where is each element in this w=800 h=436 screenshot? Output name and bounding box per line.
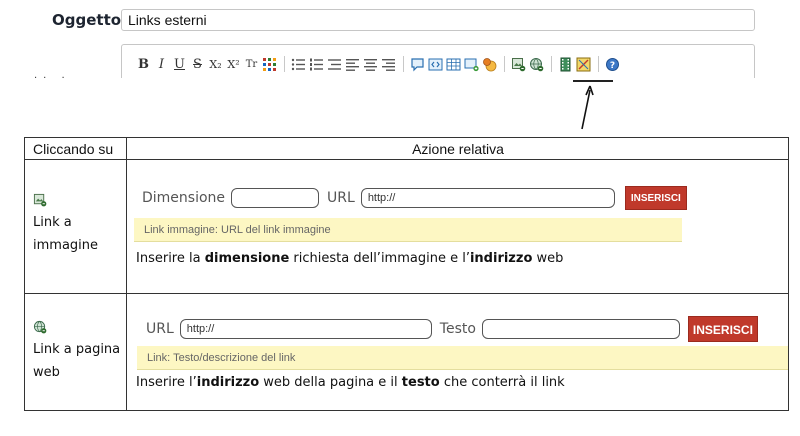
row-label-link-web: Link a pagina web bbox=[33, 320, 123, 384]
table-header-right: Azione relativa bbox=[412, 141, 504, 157]
url-input[interactable]: http:// bbox=[179, 319, 432, 339]
icon-highlight-underline bbox=[573, 80, 613, 82]
toolbar-separator bbox=[403, 56, 404, 72]
row-label-link-image: Link a immagine bbox=[33, 193, 123, 257]
numbered-list-icon[interactable] bbox=[308, 55, 325, 73]
bold-button[interactable]: B bbox=[135, 55, 152, 73]
toolbar-separator bbox=[284, 56, 285, 72]
web-link-description: Inserire l’indirizzo web della pagina e … bbox=[136, 375, 565, 390]
strikethrough-button[interactable]: S bbox=[189, 55, 206, 73]
web-link-hint: Link: Testo/descrizione del link bbox=[137, 346, 788, 370]
url-input[interactable]: http:// bbox=[360, 188, 615, 208]
italic-button[interactable]: I bbox=[153, 55, 170, 73]
editor-toolbar: B I U S X₂ X² Tr ? bbox=[135, 53, 622, 75]
link-image-icon[interactable] bbox=[510, 55, 527, 73]
dimension-label: Dimensione bbox=[142, 190, 226, 206]
link-web-icon bbox=[33, 320, 47, 334]
table-column-divider bbox=[126, 137, 127, 411]
table-row-divider bbox=[24, 293, 789, 294]
table-header-divider bbox=[24, 159, 789, 160]
smiley-icon[interactable] bbox=[481, 55, 498, 73]
image-link-hint: Link immagine: URL del link immagine bbox=[134, 218, 682, 242]
insert-button[interactable]: INSERISCI bbox=[624, 186, 687, 210]
link-image-icon bbox=[33, 193, 47, 207]
align-left-icon[interactable] bbox=[344, 55, 361, 73]
row-label-line1: Link a bbox=[33, 215, 72, 230]
toolbar-separator bbox=[598, 56, 599, 72]
toolbar-separator bbox=[551, 56, 552, 72]
text-input[interactable] bbox=[481, 319, 680, 339]
font-size-button[interactable]: Tr bbox=[243, 55, 260, 73]
table-icon[interactable] bbox=[445, 55, 462, 73]
code-icon[interactable] bbox=[427, 55, 444, 73]
link-web-icon[interactable] bbox=[528, 55, 545, 73]
underline-button[interactable]: U bbox=[171, 55, 188, 73]
bullet-list-icon[interactable] bbox=[290, 55, 307, 73]
image-link-form: Dimensione URL http:// INSERISCI bbox=[142, 186, 687, 210]
superscript-button[interactable]: X² bbox=[225, 55, 242, 73]
row-label-line2: web bbox=[33, 365, 60, 380]
url-label: URL bbox=[327, 190, 355, 206]
truncated-label: ·· · bbox=[34, 73, 71, 84]
table-header-left: Cliccando su bbox=[33, 141, 114, 157]
subscript-button[interactable]: X₂ bbox=[207, 55, 224, 73]
speech-bubble-icon[interactable] bbox=[409, 55, 426, 73]
toolbar-separator bbox=[504, 56, 505, 72]
align-center-icon[interactable] bbox=[362, 55, 379, 73]
svg-text:?: ? bbox=[610, 61, 615, 71]
row-label-line1: Link a pagina bbox=[33, 342, 121, 357]
align-right-icon[interactable] bbox=[380, 55, 397, 73]
insert-button[interactable]: INSERISCI bbox=[687, 316, 758, 342]
indent-list-icon[interactable] bbox=[326, 55, 343, 73]
color-grid-icon[interactable] bbox=[261, 55, 278, 73]
subject-label: Oggetto bbox=[52, 11, 122, 29]
film-icon[interactable] bbox=[557, 55, 574, 73]
subject-input[interactable]: Links esterni bbox=[121, 9, 755, 31]
pointer-arrow bbox=[581, 85, 594, 130]
image-link-description: Inserire la dimensione richiesta dell’im… bbox=[136, 251, 564, 266]
picture-icon[interactable] bbox=[575, 55, 592, 73]
dimension-input[interactable] bbox=[231, 188, 320, 208]
row-label-line2: immagine bbox=[33, 238, 99, 253]
web-link-form: URL http:// Testo INSERISCI bbox=[146, 316, 758, 342]
url-label: URL bbox=[146, 321, 174, 337]
text-label: Testo bbox=[439, 321, 476, 337]
image-add-icon[interactable] bbox=[463, 55, 480, 73]
help-icon[interactable]: ? bbox=[604, 55, 621, 73]
